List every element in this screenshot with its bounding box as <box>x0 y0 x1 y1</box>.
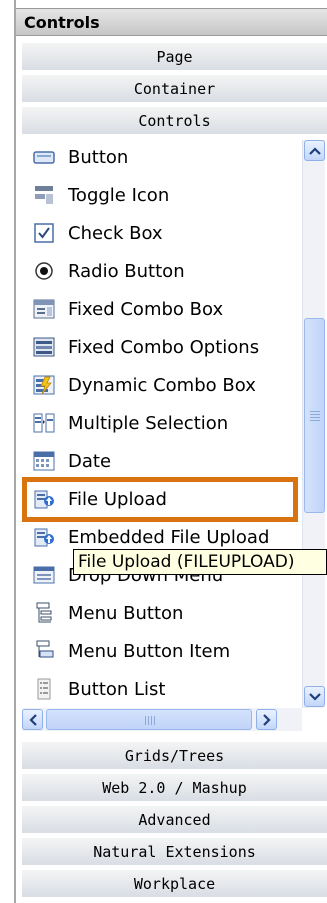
vertical-scrollbar[interactable] <box>302 140 325 708</box>
list-item-button-list[interactable]: Button List <box>22 670 292 708</box>
menu-button-icon <box>32 601 56 625</box>
checkbox-icon <box>32 221 56 245</box>
panel-title: Controls <box>16 8 327 36</box>
list-item-date[interactable]: Date <box>22 442 292 480</box>
scroll-right-button[interactable] <box>256 709 277 730</box>
list-item-radio-button[interactable]: Radio Button <box>22 252 292 290</box>
section-workplace[interactable]: Workplace <box>22 870 327 898</box>
fixed-combo-box-icon <box>32 297 56 321</box>
horizontal-scroll-thumb[interactable] <box>46 709 252 730</box>
list-item-label: Dynamic Combo Box <box>68 374 256 396</box>
multiple-selection-icon <box>32 411 56 435</box>
button-icon <box>32 145 56 169</box>
list-item-label: Embedded File Upload <box>68 526 270 548</box>
list-item-label: Check Box <box>68 222 163 244</box>
scroll-down-button[interactable] <box>304 686 325 707</box>
list-item-label: Radio Button <box>68 260 185 282</box>
dynamic-combo-box-icon <box>32 373 56 397</box>
menu-button-item-icon <box>32 639 56 663</box>
list-item-label: Button <box>68 146 129 168</box>
chevron-up-icon <box>308 146 321 155</box>
list-item-menu-button-item[interactable]: Menu Button Item <box>22 632 292 670</box>
list-item-label: Menu Button Item <box>68 640 231 662</box>
radio-button-icon <box>32 259 56 283</box>
list-item-check-box[interactable]: Check Box <box>22 214 292 252</box>
controls-list: Button Toggle Icon Check Box Radio Butto… <box>22 138 327 738</box>
section-page[interactable]: Page <box>22 43 327 71</box>
fixed-combo-options-icon <box>32 335 56 359</box>
chevron-left-icon <box>28 713 37 726</box>
list-item-label: Fixed Combo Box <box>68 298 224 320</box>
section-advanced[interactable]: Advanced <box>22 806 327 834</box>
chevron-down-icon <box>308 692 321 701</box>
list-item-multiple-selection[interactable]: Multiple Selection <box>22 404 292 442</box>
embedded-file-upload-icon <box>32 525 56 549</box>
list-item-label: Date <box>68 450 112 472</box>
file-upload-highlight <box>22 477 298 522</box>
list-item-label: Button List <box>68 678 166 700</box>
section-natural-extensions[interactable]: Natural Extensions <box>22 838 327 866</box>
list-item-label: Toggle Icon <box>68 184 170 206</box>
calendar-icon <box>32 449 56 473</box>
controls-panel: Controls Page Container Controls Button … <box>14 0 327 903</box>
horizontal-scrollbar[interactable] <box>22 708 302 731</box>
list-item-fixed-combo-box[interactable]: Fixed Combo Box <box>22 290 292 328</box>
section-grids-trees[interactable]: Grids/Trees <box>22 742 327 770</box>
list-item-toggle-icon[interactable]: Toggle Icon <box>22 176 292 214</box>
vertical-scroll-thumb[interactable] <box>304 318 325 513</box>
list-item-label: Fixed Combo Options <box>68 336 260 358</box>
list-item-dynamic-combo-box[interactable]: Dynamic Combo Box <box>22 366 292 404</box>
list-item-menu-button[interactable]: Menu Button <box>22 594 292 632</box>
drop-down-menu-icon <box>32 563 56 587</box>
section-controls[interactable]: Controls <box>22 107 327 135</box>
list-item-button[interactable]: Button <box>22 138 292 176</box>
tooltip: File Upload (FILEUPLOAD) <box>73 549 327 575</box>
section-container[interactable]: Container <box>22 75 327 103</box>
list-item-fixed-combo-options[interactable]: Fixed Combo Options <box>22 328 292 366</box>
list-item-label: Menu Button <box>68 602 184 624</box>
button-list-icon <box>32 677 56 701</box>
toggle-icon <box>32 183 56 207</box>
scroll-left-button[interactable] <box>22 709 43 730</box>
list-item-label: Multiple Selection <box>68 412 229 434</box>
chevron-right-icon <box>262 713 271 726</box>
section-web-mashup[interactable]: Web 2.0 / Mashup <box>22 774 327 802</box>
scroll-up-button[interactable] <box>304 140 325 161</box>
